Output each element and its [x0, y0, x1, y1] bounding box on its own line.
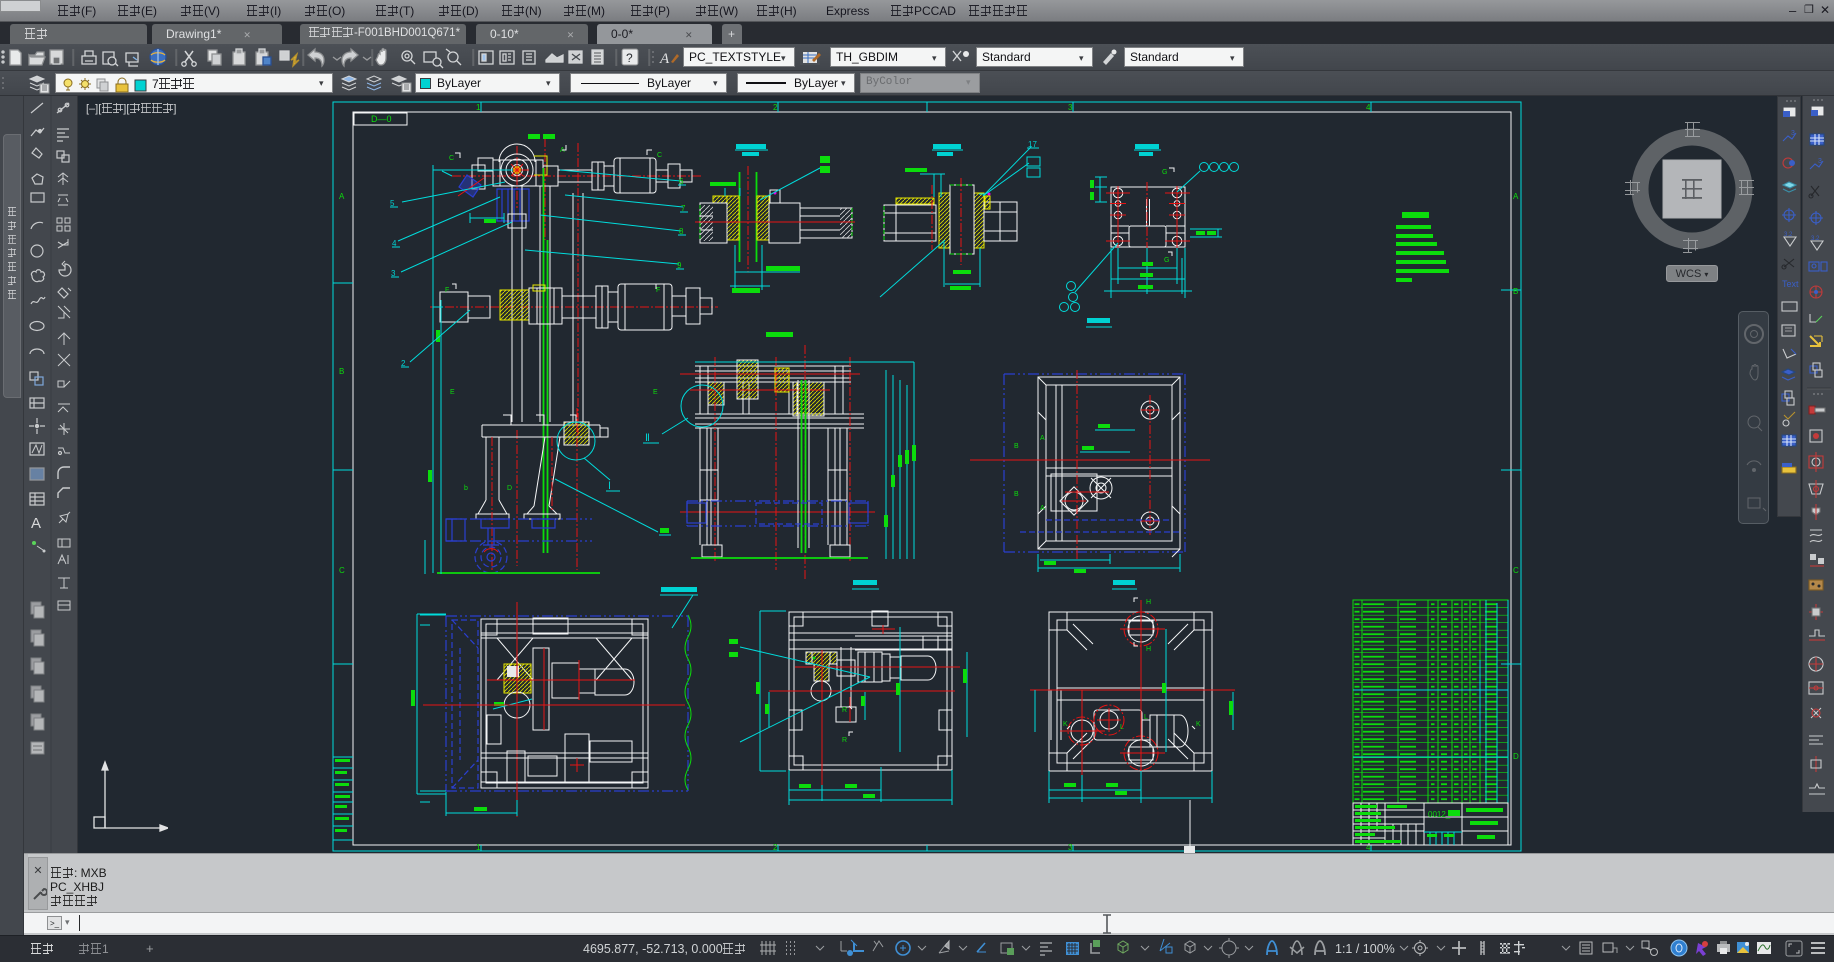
svg-text:?: ?	[626, 51, 633, 65]
svg-text:3.2: 3.2	[1811, 236, 1820, 242]
svg-text:2: 2	[773, 103, 778, 112]
svg-text:A: A	[31, 515, 41, 532]
svg-text:Ⅱ: Ⅱ	[645, 433, 650, 444]
svg-text:A: A	[1513, 192, 1519, 201]
svg-text:D: D	[507, 485, 512, 492]
svg-text:E: E	[653, 389, 658, 396]
svg-text:3: 3	[1068, 843, 1073, 852]
svg-text:A: A	[1040, 435, 1045, 442]
svg-text:E: E	[450, 389, 455, 396]
svg-text:D: D	[1513, 752, 1519, 761]
svg-text:C: C	[339, 566, 345, 575]
svg-text:K: K	[1196, 721, 1201, 728]
svg-text:D—0: D—0	[371, 114, 392, 124]
svg-text:H: H	[1146, 599, 1151, 606]
svg-text:A: A	[339, 192, 345, 201]
svg-text:L: L	[1120, 724, 1124, 731]
svg-text:H: H	[1146, 646, 1151, 653]
svg-text:R: R	[842, 707, 847, 714]
svg-text:C: C	[449, 155, 454, 162]
svg-text:3.2: 3.2	[1784, 232, 1793, 238]
svg-text:b: b	[464, 485, 468, 492]
svg-text:3: 3	[1068, 103, 1073, 112]
svg-text:Text: Text	[1782, 279, 1799, 289]
svg-text:3: 3	[1791, 130, 1795, 137]
svg-text:A: A	[659, 51, 670, 67]
svg-text:2: 2	[773, 843, 778, 852]
svg-text:Ⅰ: Ⅰ	[608, 481, 611, 492]
svg-text:3: 3	[1818, 158, 1822, 165]
svg-text:B: B	[1513, 287, 1518, 296]
svg-text:G: G	[1162, 169, 1167, 176]
svg-text:1:1 / 100%: 1:1 / 100%	[1335, 942, 1395, 956]
svg-text:R: R	[842, 737, 847, 744]
svg-text:C: C	[657, 152, 662, 159]
svg-text:A: A	[1040, 505, 1045, 512]
svg-text:K: K	[1063, 721, 1068, 728]
svg-text:0012_: 0012_	[1428, 810, 1451, 819]
svg-text:B: B	[339, 367, 344, 376]
svg-text:1: 1	[476, 843, 481, 852]
svg-text:C: C	[1513, 566, 1519, 575]
svg-text:B: B	[1014, 443, 1019, 450]
svg-text:B: B	[1014, 491, 1019, 498]
svg-text:L: L	[1144, 714, 1148, 721]
svg-text:4: 4	[1366, 103, 1371, 112]
svg-text:1: 1	[476, 103, 481, 112]
svg-text:G: G	[1164, 257, 1169, 264]
svg-text:F: F	[656, 287, 660, 294]
svg-text:F: F	[445, 287, 449, 294]
